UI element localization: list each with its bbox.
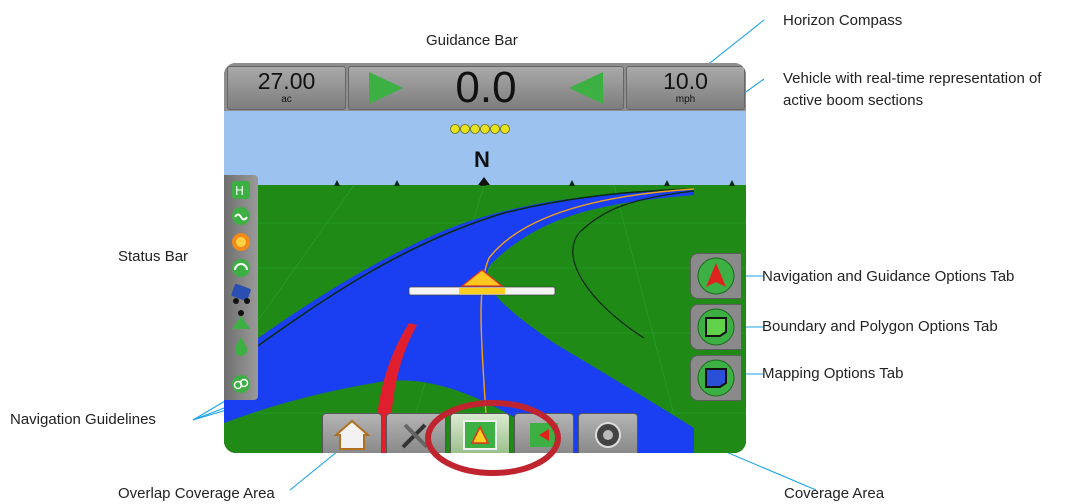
compass-pointer-icon <box>478 177 490 185</box>
home-icon <box>333 419 371 450</box>
boom-auto-icon[interactable] <box>230 231 252 253</box>
status-bar: H <box>224 175 258 400</box>
area-value: 27.00 <box>257 68 316 94</box>
tank-icon[interactable] <box>230 335 252 357</box>
navigation-arrow-icon <box>697 257 735 295</box>
home-tab[interactable] <box>322 413 382 453</box>
callout-vehicle-line1: Vehicle with real-time representation of <box>783 70 1042 87</box>
compass-heading: N <box>474 147 490 172</box>
rtk-gps-icon[interactable]: H <box>230 179 252 201</box>
steer-right-arrow-icon <box>369 72 403 104</box>
boundary-polygon-options-tab[interactable] <box>690 304 742 350</box>
guidance-screen: 27.00 ac 0.0 10.0 mph N H <box>224 63 746 453</box>
steer-left-arrow-icon <box>569 72 603 104</box>
nav-guidance-options-tab[interactable] <box>690 253 742 299</box>
link-icon[interactable] <box>230 373 252 395</box>
speed-readout[interactable]: 10.0 mph <box>626 66 745 110</box>
boundary-icon <box>697 308 735 346</box>
highlight-ring <box>425 400 561 476</box>
callout-nav-guidance-tab: Navigation and Guidance Options Tab <box>762 268 1015 285</box>
callout-boundary-tab: Boundary and Polygon Options Tab <box>762 318 998 335</box>
cross-track-readout: 0.0 <box>348 66 624 110</box>
gps-quality-lights-icon <box>450 124 510 134</box>
boom-section-active <box>459 288 505 294</box>
camera-icon <box>595 422 621 448</box>
area-unit: ac <box>281 94 292 105</box>
mapping-options-tab[interactable] <box>690 355 742 401</box>
boom-height-icon[interactable] <box>230 309 252 331</box>
callout-status-bar: Status Bar <box>118 248 189 265</box>
guidance-map-view[interactable] <box>224 63 746 453</box>
callout-navigation-guidelines: Navigation Guidelines <box>10 411 156 428</box>
camera-tab[interactable] <box>578 413 638 453</box>
svg-text:H: H <box>235 184 244 198</box>
callout-vehicle-line2: active boom sections <box>783 92 924 109</box>
callout-overlap-coverage: Overlap Coverage Area <box>118 485 275 502</box>
callout-coverage-area: Coverage Area <box>784 485 885 502</box>
vehicle-tilt-icon[interactable] <box>230 283 252 305</box>
callout-guidance-bar: Guidance Bar <box>426 32 518 49</box>
steering-icon[interactable] <box>230 205 252 227</box>
area-readout[interactable]: 27.00 ac <box>227 66 346 110</box>
speed-unit: mph <box>675 94 696 105</box>
mapping-icon <box>697 359 735 397</box>
pressure-icon[interactable] <box>230 257 252 279</box>
callout-horizon-compass: Horizon Compass <box>783 12 903 29</box>
speed-value: 10.0 <box>663 68 708 94</box>
guidance-bar: 27.00 ac 0.0 10.0 mph <box>224 63 746 111</box>
callout-mapping-tab: Mapping Options Tab <box>762 365 904 382</box>
